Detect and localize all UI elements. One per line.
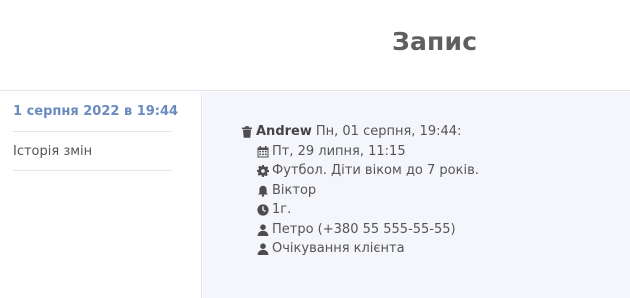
user-icon (256, 223, 269, 236)
sidebar-divider (13, 170, 172, 171)
record-client-value: Петро (+380 55 555-55-55) (272, 222, 456, 237)
record-field-staff: Віктор (256, 183, 316, 198)
record-status-value: Очікування клієнта (272, 241, 405, 256)
change-author: Andrew (256, 124, 312, 139)
sidebar-record-date-link[interactable]: 1 серпня 2022 в 19:44 (13, 104, 178, 119)
record-staff-value: Віктор (272, 183, 317, 198)
record-field-service: Футбол. Діти віком до 7 років. (256, 163, 479, 178)
page-title: Запис (392, 27, 478, 56)
sidebar-history-link[interactable]: Історія змін (13, 144, 92, 159)
record-field-duration: 1г. (256, 202, 291, 217)
page-header: Запис (0, 0, 630, 91)
record-duration-value: 1г. (272, 202, 292, 217)
record-field-status: Очікування клієнта (256, 241, 405, 256)
record-service-value: Футбол. Діти віком до 7 років. (272, 163, 479, 178)
record-date-value: Пт, 29 липня, 11:15 (272, 144, 406, 159)
user-icon (256, 242, 269, 255)
record-change-panel: Andrew Пн, 01 серпня, 19:44: Пт, 29 липн… (203, 92, 630, 298)
change-entry-header: Andrew Пн, 01 серпня, 19:44: (240, 124, 461, 139)
bell-icon (256, 184, 269, 197)
sidebar: 1 серпня 2022 в 19:44 Історія змін (0, 92, 202, 298)
sidebar-divider (13, 131, 172, 132)
change-timestamp: Пн, 01 серпня, 19:44: (315, 124, 462, 139)
gear-icon (256, 164, 269, 177)
calendar-icon (256, 145, 269, 158)
clock-icon (256, 203, 269, 216)
record-field-date: Пт, 29 липня, 11:15 (256, 144, 406, 159)
record-field-client: Петро (+380 55 555-55-55) (256, 222, 456, 237)
trash-icon (240, 125, 253, 138)
